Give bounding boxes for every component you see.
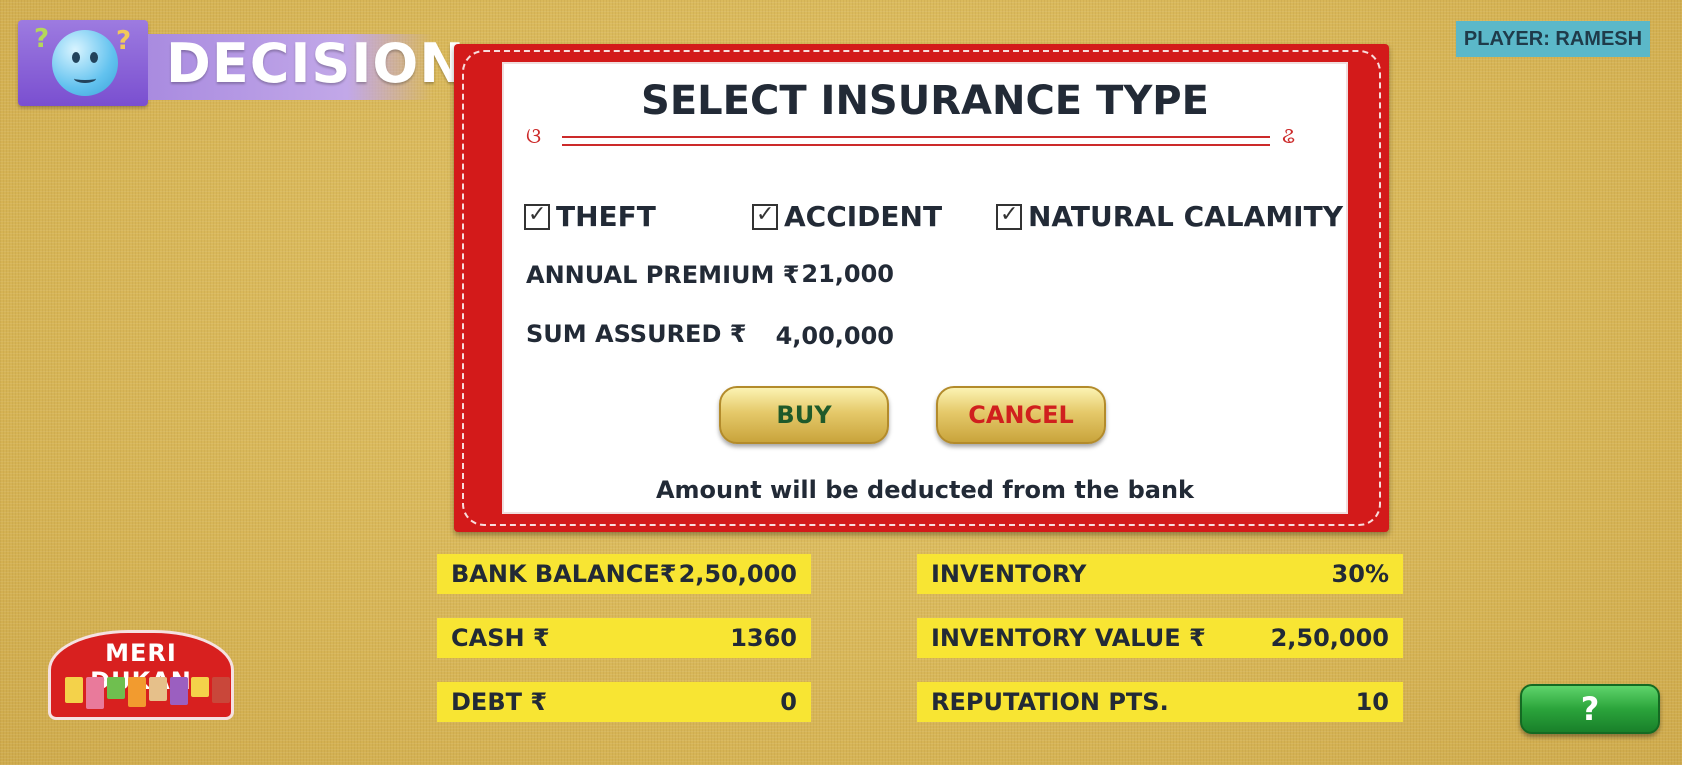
checked-box-icon[interactable] bbox=[752, 202, 778, 230]
stat-value: 2,50,000 bbox=[1270, 624, 1389, 652]
stat-inventory-value: INVENTORY VALUE ₹ 2,50,000 bbox=[917, 618, 1403, 658]
dialog-title: SELECT INSURANCE TYPE bbox=[641, 78, 1209, 124]
title-rule bbox=[562, 144, 1270, 146]
option-label: THEFT bbox=[556, 200, 656, 233]
insurance-dialog: SELECT INSURANCE TYPE ଓ ଌ THEFT ACCIDENT… bbox=[454, 44, 1389, 532]
thinking-face-icon bbox=[52, 30, 118, 96]
page-title: DECISION bbox=[166, 32, 466, 95]
stat-label: CASH ₹ bbox=[451, 624, 550, 652]
option-natural-calamity[interactable]: NATURAL CALAMITY bbox=[996, 200, 1343, 233]
decision-header: ? ? DECISION bbox=[18, 20, 465, 106]
option-theft[interactable]: THEFT bbox=[524, 200, 656, 233]
stat-label: DEBT ₹ bbox=[451, 688, 548, 716]
meri-dukan-logo: MERI DUKAN bbox=[48, 630, 234, 720]
sum-assured-value: 4,00,000 bbox=[775, 322, 894, 350]
checked-box-icon[interactable] bbox=[996, 202, 1022, 230]
stat-reputation: REPUTATION PTS. 10 bbox=[917, 682, 1403, 722]
sum-assured-label: SUM ASSURED ₹ bbox=[526, 320, 747, 348]
stat-value: 1360 bbox=[730, 624, 797, 652]
ornament-left-icon: ଓ bbox=[526, 124, 542, 149]
player-badge: PLAYER: RAMESH bbox=[1456, 21, 1650, 57]
option-accident[interactable]: ACCIDENT bbox=[752, 200, 942, 233]
stat-value: 0 bbox=[780, 688, 797, 716]
stat-cash: CASH ₹ 1360 bbox=[437, 618, 811, 658]
ornament-right-icon: ଌ bbox=[1282, 124, 1296, 149]
deduction-note: Amount will be deducted from the bank bbox=[655, 476, 1195, 504]
cancel-button[interactable]: CANCEL bbox=[936, 386, 1106, 444]
buy-button[interactable]: BUY bbox=[719, 386, 889, 444]
option-label: ACCIDENT bbox=[784, 200, 943, 233]
stat-debt: DEBT ₹ 0 bbox=[437, 682, 811, 722]
title-rule bbox=[562, 136, 1270, 138]
stat-value: 2,50,000 bbox=[678, 560, 797, 588]
face-eye bbox=[72, 52, 80, 63]
grocery-goods-icon bbox=[65, 677, 230, 709]
help-button[interactable]: ? bbox=[1520, 684, 1660, 734]
face-mouth bbox=[74, 74, 96, 83]
question-mark-icon: ? bbox=[116, 26, 132, 56]
face-eye bbox=[90, 52, 98, 63]
thinking-face-panel: ? ? bbox=[18, 20, 148, 106]
annual-premium-value: 21,000 bbox=[801, 260, 894, 288]
stat-inventory: INVENTORY 30% bbox=[917, 554, 1403, 594]
stat-label: INVENTORY VALUE ₹ bbox=[931, 624, 1206, 652]
dialog-body: SELECT INSURANCE TYPE ଓ ଌ THEFT ACCIDENT… bbox=[502, 62, 1348, 514]
option-label: NATURAL CALAMITY bbox=[1028, 200, 1343, 233]
stat-label: BANK BALANCE₹ bbox=[451, 560, 677, 588]
stat-label: INVENTORY bbox=[931, 560, 1087, 588]
stat-bank-balance: BANK BALANCE₹ 2,50,000 bbox=[437, 554, 811, 594]
question-mark-icon: ? bbox=[34, 24, 50, 54]
stat-label: REPUTATION PTS. bbox=[931, 688, 1169, 716]
stat-value: 30% bbox=[1331, 560, 1389, 588]
checked-box-icon[interactable] bbox=[524, 202, 550, 230]
stat-value: 10 bbox=[1355, 688, 1389, 716]
